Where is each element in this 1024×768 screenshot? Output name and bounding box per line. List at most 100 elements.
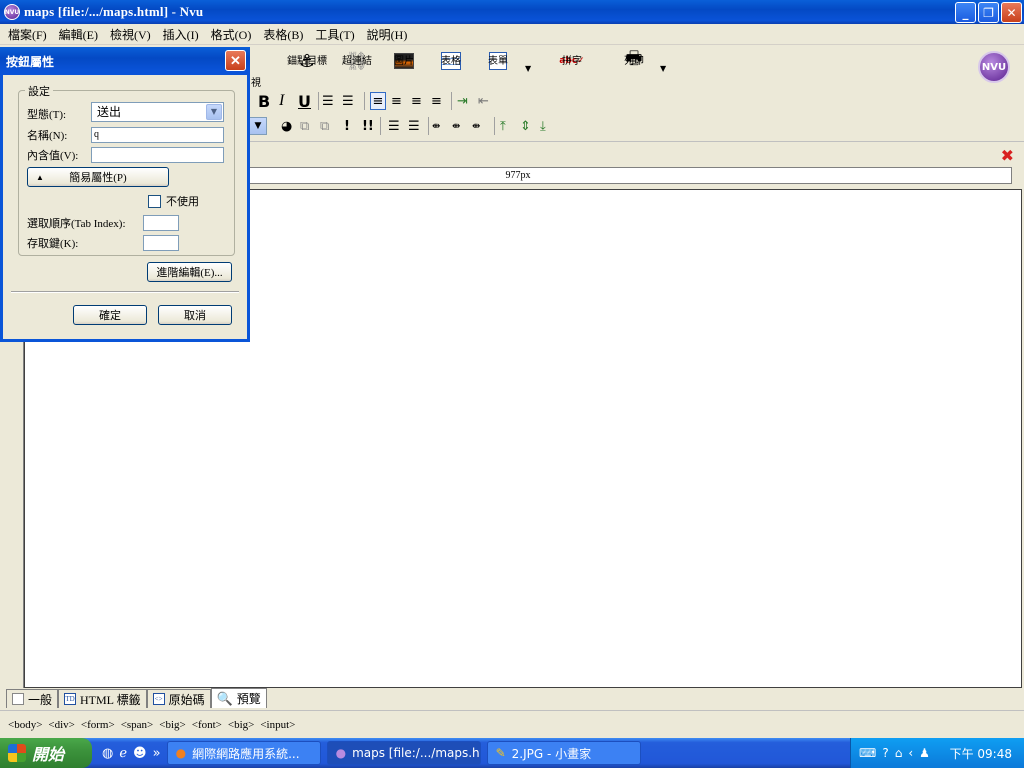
form-button[interactable]: 表單 bbox=[474, 50, 522, 72]
close-tab-icon[interactable]: ✖ bbox=[1001, 146, 1014, 165]
indent-icon[interactable]: ⇥ bbox=[457, 92, 468, 110]
print-button[interactable]: 🖶 列印 bbox=[610, 48, 658, 72]
strong-emphasis-icon[interactable]: !! bbox=[362, 117, 374, 135]
tag-form[interactable]: <form> bbox=[81, 719, 115, 731]
tag-big[interactable]: <big> bbox=[159, 719, 185, 731]
table-button[interactable]: 表格 bbox=[427, 50, 475, 72]
valign-middle-icon[interactable]: ⇕ bbox=[520, 117, 531, 135]
tag-input[interactable]: <input> bbox=[260, 719, 295, 731]
style-dropdown-arrow-icon[interactable]: ▼ bbox=[249, 117, 267, 135]
menu-file[interactable]: 檔案(F) bbox=[2, 26, 53, 43]
tab-source[interactable]: <> 原始碼 bbox=[146, 689, 211, 708]
disabled-checkbox[interactable] bbox=[148, 195, 161, 208]
menu-insert[interactable]: 插入(I) bbox=[157, 26, 205, 43]
table-tool-1-icon[interactable]: ⇼ bbox=[432, 117, 440, 135]
tab-html-tags[interactable]: TD HTML 標籤 bbox=[58, 689, 147, 708]
paint-icon: ✎ bbox=[495, 746, 506, 760]
accesskey-field[interactable] bbox=[143, 235, 179, 251]
task-paint[interactable]: ✎ 2.JPG - 小畫家 bbox=[486, 741, 641, 765]
tag-span[interactable]: <span> bbox=[121, 719, 154, 731]
table-tool-2-icon[interactable]: ⇼ bbox=[452, 117, 460, 135]
tag-font[interactable]: <font> bbox=[192, 719, 222, 731]
valign-top-icon[interactable]: ⤒ bbox=[500, 117, 506, 135]
tag-div[interactable]: <div> bbox=[48, 719, 74, 731]
menu-view[interactable]: 檢視(V) bbox=[104, 26, 157, 43]
keyboard-icon[interactable]: ⌨ bbox=[859, 746, 876, 760]
valign-bottom-icon[interactable]: ⤓ bbox=[540, 117, 546, 135]
ie-icon[interactable]: ℯ bbox=[119, 746, 127, 761]
tag-big-2[interactable]: <big> bbox=[228, 719, 254, 731]
menu-edit[interactable]: 編輯(E) bbox=[53, 26, 104, 43]
type-label: 型態(T): bbox=[27, 109, 67, 121]
outdent-icon[interactable]: ⇤ bbox=[478, 92, 489, 110]
menu-tools[interactable]: 工具(T) bbox=[309, 26, 360, 43]
type-select[interactable]: 送出 ▼ bbox=[91, 102, 224, 122]
start-button[interactable]: 開始 bbox=[0, 738, 92, 768]
tag-breadcrumb-bar: <body> <div> <form> <span> <big> <font> … bbox=[0, 710, 1024, 738]
ok-button[interactable]: 確定 bbox=[73, 305, 147, 325]
menu-bar: 檔案(F) 編輯(E) 檢視(V) 插入(I) 格式(O) 表格(B) 工具(T… bbox=[0, 24, 1024, 45]
help-icon[interactable]: ? bbox=[882, 746, 888, 760]
list-tool-1-icon[interactable]: ☰ bbox=[388, 117, 400, 135]
align-center-icon[interactable]: ≡ bbox=[391, 92, 402, 110]
collapse-arrow-icon: ▲ bbox=[36, 172, 44, 182]
italic-icon[interactable]: I bbox=[279, 92, 284, 110]
edit-mode-tabs: 一般 TD HTML 標籤 <> 原始碼 🔍 預覽 bbox=[0, 688, 1024, 708]
ruler-width-label: 977px bbox=[505, 170, 531, 181]
menu-help[interactable]: 說明(H) bbox=[361, 26, 414, 43]
quick-launch-1-icon[interactable]: ◍ bbox=[102, 746, 113, 761]
format-tool-3-icon[interactable]: ⧉ bbox=[320, 117, 329, 135]
table-tool-3-icon[interactable]: ⇼ bbox=[472, 117, 480, 135]
messenger-icon[interactable]: ☻ bbox=[133, 746, 147, 761]
format-tool-2-icon[interactable]: ⧉ bbox=[300, 117, 309, 135]
task-nvu[interactable]: ● maps [file:/.../maps.ht... bbox=[326, 741, 481, 765]
format-tool-1-icon[interactable]: ◕ bbox=[281, 117, 292, 135]
name-field[interactable]: q bbox=[91, 127, 224, 143]
underline-icon[interactable]: U bbox=[298, 92, 311, 111]
dialog-close-button[interactable]: ✕ bbox=[225, 50, 246, 71]
print-dropdown-arrow-icon[interactable]: ▼ bbox=[660, 64, 666, 73]
dialog-title: 按鈕屬性 bbox=[6, 54, 55, 69]
taskbar: 開始 ◍ ℯ ☻ » ● 網際網路應用系統... ● maps [file:/.… bbox=[0, 738, 1024, 768]
tabindex-label: 選取順序(Tab Index): bbox=[27, 218, 126, 230]
image-button[interactable]: 圖片 bbox=[380, 50, 428, 72]
tag-body[interactable]: <body> bbox=[8, 719, 42, 731]
name-label: 名稱(N): bbox=[27, 130, 68, 142]
user-icon[interactable]: ♟ bbox=[919, 746, 930, 760]
network-icon[interactable]: ⌂ bbox=[895, 746, 903, 760]
link-button[interactable]: ⛓ 超連結 bbox=[333, 50, 381, 72]
minimize-button[interactable]: _ bbox=[955, 2, 976, 23]
simple-properties-button[interactable]: ▲ 簡易屬性(P) bbox=[27, 167, 169, 187]
menu-table[interactable]: 表格(B) bbox=[257, 26, 309, 43]
menu-format[interactable]: 格式(O) bbox=[205, 26, 258, 43]
close-window-button[interactable]: ✕ bbox=[1001, 2, 1022, 23]
numbered-list-icon[interactable]: ☰ bbox=[322, 92, 334, 110]
justify-icon[interactable]: ≡ bbox=[431, 92, 442, 110]
dialog-divider bbox=[11, 291, 239, 293]
clock: 下午 09:48 bbox=[949, 746, 1012, 761]
bold-icon[interactable]: B bbox=[258, 92, 270, 111]
firefox-icon: ● bbox=[175, 746, 187, 760]
tab-preview[interactable]: 🔍 預覽 bbox=[210, 688, 267, 708]
windows-flag-icon bbox=[8, 744, 26, 762]
value-field[interactable] bbox=[91, 147, 224, 163]
list-tool-2-icon[interactable]: ☰ bbox=[408, 117, 420, 135]
align-left-icon[interactable]: ≡ bbox=[370, 92, 386, 110]
source-code-icon: <> bbox=[152, 693, 165, 705]
cancel-button[interactable]: 取消 bbox=[158, 305, 232, 325]
tab-normal[interactable]: 一般 bbox=[6, 689, 59, 708]
emphasis-icon[interactable]: ! bbox=[344, 117, 350, 135]
html-tag-icon: TD bbox=[64, 693, 77, 705]
task-browser[interactable]: ● 網際網路應用系統... bbox=[166, 741, 321, 765]
more-arrows-icon[interactable]: » bbox=[153, 746, 161, 761]
restore-button[interactable]: ❐ bbox=[978, 2, 999, 23]
align-right-icon[interactable]: ≡ bbox=[411, 92, 422, 110]
anchor-button[interactable]: ⚓ 錨點目標 bbox=[283, 50, 331, 72]
bulleted-list-icon[interactable]: ☰ bbox=[342, 92, 354, 110]
spell-button[interactable]: abc✓ 拼字 bbox=[548, 50, 596, 72]
tray-expand-icon[interactable]: ‹ bbox=[908, 746, 913, 760]
advanced-edit-button[interactable]: 進階編輯(E)... bbox=[147, 262, 232, 282]
tabindex-field[interactable] bbox=[143, 215, 179, 231]
form-dropdown-arrow-icon[interactable]: ▼ bbox=[525, 64, 531, 73]
chevron-down-icon[interactable]: ▼ bbox=[206, 104, 222, 120]
